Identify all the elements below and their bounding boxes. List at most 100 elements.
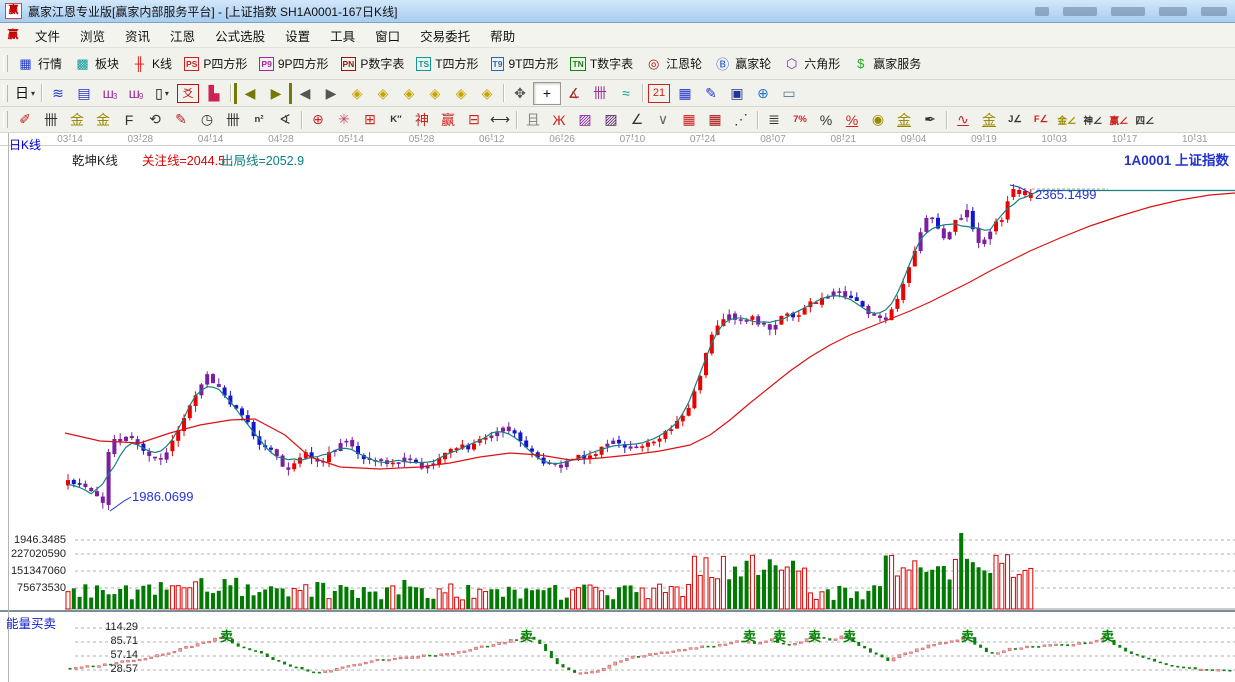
nav-next-button[interactable]: ▶ — [318, 83, 344, 104]
nine-p-square-button[interactable]: P99P四方形 — [254, 53, 335, 74]
grid-net-button[interactable]: ⊞ — [357, 109, 383, 130]
ruler-123-button[interactable]: ⊟ — [461, 109, 487, 130]
nav-last-button[interactable]: ▶ — [263, 83, 292, 104]
kline-button[interactable]: ╫K线 — [126, 53, 179, 74]
target-cross-button[interactable]: ⊕ — [305, 109, 331, 130]
remote-button[interactable]: ▭ — [776, 83, 802, 104]
menu-item[interactable]: 帮助 — [480, 23, 525, 48]
diamond-cross-icon-button[interactable]: ◈ — [422, 83, 448, 104]
width-measure-button[interactable]: ⟷ — [487, 109, 513, 130]
star-grid-button[interactable]: ✳ — [331, 109, 357, 130]
menu-item[interactable]: 浏览 — [70, 23, 115, 48]
volume-profile-button[interactable]: ▙ — [201, 83, 227, 104]
gold-comb-button[interactable]: 金 — [64, 109, 90, 130]
cycle-clock-button[interactable]: ◷ — [194, 109, 220, 130]
n-square-button[interactable]: n² — [246, 109, 272, 130]
k-mark-button[interactable]: K″ — [383, 109, 409, 130]
rays-box2-button[interactable]: ▨ — [598, 109, 624, 130]
titlebar-faded-item[interactable] — [1063, 7, 1097, 16]
titlebar-faded-item[interactable] — [1111, 7, 1145, 16]
menu-item[interactable]: 工具 — [320, 23, 365, 48]
red-pen-button[interactable]: ✎ — [168, 109, 194, 130]
diamond-left-icon-button[interactable]: ◈ — [344, 83, 370, 104]
j-angle-button[interactable]: J∠ — [1002, 109, 1028, 130]
menu-item[interactable]: 交易委托 — [410, 23, 480, 48]
gold-ring-button[interactable]: ◉ — [865, 109, 891, 130]
gold-mark-button[interactable]: 金 — [976, 109, 1002, 130]
sectors-button[interactable]: ▩板块 — [69, 53, 126, 74]
hand-tool-button[interactable]: ✥ — [507, 83, 533, 104]
shen-angle-button[interactable]: 神∠ — [1080, 109, 1106, 130]
menu-item[interactable]: 窗口 — [365, 23, 410, 48]
f-angle-button[interactable]: F∠ — [1028, 109, 1054, 130]
menu-item[interactable]: 资讯 — [115, 23, 160, 48]
wave-mark-button[interactable]: ∿ — [950, 109, 976, 130]
angle-lines-button[interactable]: ∠ — [624, 109, 650, 130]
frame-tool-button[interactable]: 且 — [520, 109, 546, 130]
ink-pen-button[interactable]: ✒ — [917, 109, 943, 130]
red-grid2-button[interactable]: ▦ — [702, 109, 728, 130]
shen-tool-button[interactable]: 神 — [409, 109, 435, 130]
check-line-button[interactable]: ∨ — [650, 109, 676, 130]
quotes-button[interactable]: ▦行情 — [12, 53, 69, 74]
gold-angle-button[interactable]: 金∠ — [1054, 109, 1080, 130]
nine-t-square-button[interactable]: T99T四方形 — [486, 53, 566, 74]
gann-pattern-button[interactable]: 爻 — [177, 84, 199, 103]
diamond-plus-icon-button[interactable]: ◈ — [448, 83, 474, 104]
nav-prev-button[interactable]: ◀ — [292, 83, 318, 104]
price-ladder-button[interactable]: ≣ — [761, 109, 787, 130]
overlay-curves-button[interactable]: ≋ — [45, 83, 71, 104]
rays-box-button[interactable]: ▨ — [572, 109, 598, 130]
titlebar-faded-item[interactable] — [1035, 7, 1049, 16]
rays-tool-button[interactable]: Ж — [546, 109, 572, 130]
crosshair-tool-button[interactable]: + — [533, 82, 561, 105]
angle-measure-button[interactable]: ∡ — [561, 83, 587, 104]
hexagon-button[interactable]: ⬡六角形 — [778, 53, 847, 74]
comb-tool-button[interactable]: 卌 — [38, 109, 64, 130]
percent-line-button[interactable]: 7% — [787, 109, 813, 130]
diamond-right-icon-button[interactable]: ◈ — [370, 83, 396, 104]
menu-item[interactable]: 文件 — [25, 23, 70, 48]
notes-button[interactable]: ✎ — [698, 83, 724, 104]
angle-flag-button[interactable]: ∢ — [272, 109, 298, 130]
menu-item[interactable]: 江恩 — [160, 23, 205, 48]
slant-lines-button[interactable]: ⋰ — [728, 109, 754, 130]
gold-comb2-button[interactable]: 金 — [90, 109, 116, 130]
winner-wheel-button[interactable]: Ⓑ赢家轮 — [709, 53, 778, 74]
calculator-button[interactable]: ▦ — [672, 83, 698, 104]
red-grid-button[interactable]: ▦ — [676, 109, 702, 130]
p-square-button[interactable]: PSP四方形 — [179, 53, 254, 74]
winner-service-button[interactable]: $赢家服务 — [847, 53, 928, 74]
small-chart-9-button[interactable]: ш9 — [123, 83, 149, 104]
menu-item[interactable]: 公式选股 — [205, 23, 275, 48]
menu-item[interactable]: 设置 — [275, 23, 320, 48]
p-number-table-button[interactable]: PNP数字表 — [336, 53, 412, 74]
calendar-button[interactable]: 21 — [648, 84, 670, 103]
titlebar-faded-item[interactable] — [1201, 7, 1227, 16]
t-square-button[interactable]: TST四方形 — [411, 53, 485, 74]
diamond-horizontal-icon-button[interactable]: ◈ — [396, 83, 422, 104]
save-button[interactable]: ▣ — [724, 83, 750, 104]
gold-level-button[interactable]: 金 — [891, 109, 917, 130]
brush-tool-button[interactable]: ✐ — [12, 109, 38, 130]
comb2-tool-button[interactable]: 卌 — [220, 109, 246, 130]
kline-period-dropdown[interactable]: 日▾ — [12, 83, 38, 104]
f-comb-button[interactable]: F — [116, 109, 142, 130]
web-button[interactable]: ⊕ — [750, 83, 776, 104]
wave-tool-button[interactable]: ≈ — [613, 83, 639, 104]
titlebar-faded-item[interactable] — [1159, 7, 1187, 16]
percent-button[interactable]: % — [813, 109, 839, 130]
ying-tool-button[interactable]: 赢 — [435, 109, 461, 130]
t-number-table-button[interactable]: TNT数字表 — [565, 53, 640, 74]
candle-style-dropdown[interactable]: ▯▾ — [149, 83, 175, 104]
si-angle-button[interactable]: 四∠ — [1132, 109, 1158, 130]
kline-chart-canvas[interactable] — [0, 133, 1235, 682]
info-panel-button[interactable]: ▤ — [71, 83, 97, 104]
ying-angle-button[interactable]: 赢∠ — [1106, 109, 1132, 130]
diamond-star-icon-button[interactable]: ◈ — [474, 83, 500, 104]
gann-wheel-button[interactable]: ◎江恩轮 — [640, 53, 709, 74]
gann-frame-button[interactable]: 卌 — [587, 83, 613, 104]
small-chart-3-button[interactable]: ш3 — [97, 83, 123, 104]
percent-levels-button[interactable]: % — [839, 109, 865, 130]
nav-first-button[interactable]: ◀ — [234, 83, 263, 104]
